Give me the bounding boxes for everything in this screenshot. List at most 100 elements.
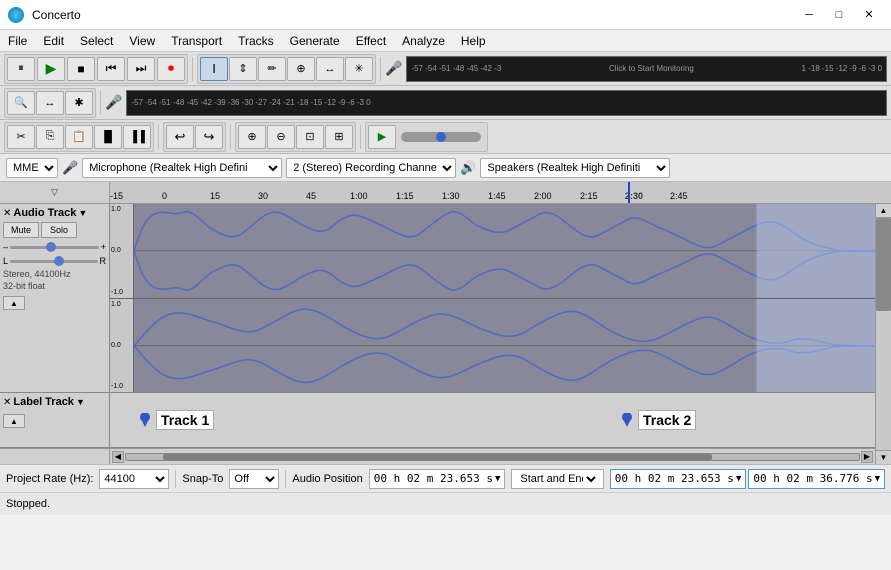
input-device-select[interactable]: Microphone (Realtek High Defini: [82, 158, 282, 178]
gain-thumb[interactable]: [46, 242, 56, 252]
tm-200: 2:00: [534, 191, 552, 201]
multi-tool[interactable]: ✳: [345, 57, 373, 81]
vscroll-track[interactable]: [876, 218, 891, 450]
zoom-in-btn2[interactable]: ⊕: [238, 125, 266, 149]
pan-left-label: L: [3, 256, 8, 266]
label-track-header: ✕ Label Track ▼ ▲: [0, 393, 110, 447]
status-text: Stopped.: [6, 498, 50, 510]
label-track-close[interactable]: ✕: [3, 397, 11, 408]
menu-view[interactable]: View: [121, 32, 163, 50]
menu-transport[interactable]: Transport: [163, 32, 230, 50]
waveform2-area: [134, 299, 875, 393]
label-track-arrow[interactable]: ▼: [76, 397, 85, 407]
hscroll-right-btn[interactable]: ▶: [861, 451, 873, 463]
zoom-sel-btn[interactable]: ⊞: [325, 125, 353, 149]
rewind-button[interactable]: ⏮: [97, 57, 125, 81]
selection-mode-select[interactable]: Start and End of Selection: [516, 472, 598, 486]
scale1-top: 1.0: [111, 206, 132, 213]
tm-130: 1:30: [442, 191, 460, 201]
menu-effect[interactable]: Effect: [348, 32, 394, 50]
audio-track-content: 1.0 0.0 -1.0: [110, 204, 875, 392]
close-button[interactable]: ✕: [855, 5, 883, 25]
audio-track-close[interactable]: ✕: [3, 208, 11, 219]
solo-button[interactable]: Solo: [41, 222, 77, 238]
zoom-fit-btn[interactable]: ⊡: [296, 125, 324, 149]
menu-select[interactable]: Select: [72, 32, 121, 50]
vscroll-thumb[interactable]: [876, 218, 891, 311]
pause-button[interactable]: ⏸: [7, 57, 35, 81]
zoom-out-btn2[interactable]: ⊖: [267, 125, 295, 149]
menu-help[interactable]: Help: [453, 32, 494, 50]
collapse-btn[interactable]: ▲: [3, 296, 25, 310]
zoom-tool[interactable]: ⊕: [287, 57, 315, 81]
time-field1[interactable]: 00 h 02 m 23.653 s ▼: [610, 469, 747, 489]
hscroll-thumb[interactable]: [163, 454, 713, 460]
channels-select[interactable]: 2 (Stereo) Recording Channels: [286, 158, 456, 178]
hscroll-container[interactable]: ◀ ▶: [110, 449, 875, 464]
speed-slider[interactable]: [401, 132, 481, 142]
trim-btn[interactable]: ▐▌: [94, 125, 122, 149]
copy-btn[interactable]: ⎘: [36, 125, 64, 149]
stop-button[interactable]: ■: [67, 57, 95, 81]
time-shift-tool[interactable]: ↔: [316, 57, 344, 81]
track-info: Stereo, 44100Hz32-bit float: [3, 269, 106, 292]
time1-dropdown[interactable]: ▼: [736, 474, 741, 484]
label-collapse-btn[interactable]: ▲: [3, 414, 25, 428]
fit-project-btn[interactable]: ↔: [36, 91, 64, 115]
time1-display: 00 h 02 m 23.653 s: [615, 472, 734, 485]
record-button[interactable]: ⏺: [157, 57, 185, 81]
tm-145: 1:45: [488, 191, 506, 201]
menu-edit[interactable]: Edit: [35, 32, 72, 50]
zoom-in-btn[interactable]: 🔍: [7, 91, 35, 115]
redo-btn[interactable]: ↪: [195, 125, 223, 149]
time-fields: 00 h 02 m 23.653 s ▼ 00 h 02 m 36.776 s …: [610, 469, 885, 489]
time-field2[interactable]: 00 h 02 m 36.776 s ▼: [748, 469, 885, 489]
label-track-content: Track 1 Track 2: [110, 393, 875, 447]
snap-to-select[interactable]: Off: [229, 469, 279, 489]
track1-text: Track 1: [156, 410, 214, 430]
scale2-top: 1.0: [111, 301, 132, 308]
cut-btn[interactable]: ✂: [7, 125, 35, 149]
envelope-tool[interactable]: ⇕: [229, 57, 257, 81]
vscroll-down-btn[interactable]: ▼: [876, 450, 891, 464]
zoom-out-btn[interactable]: ✱: [65, 91, 93, 115]
gain-slider[interactable]: [10, 246, 99, 249]
vu-right-labels: 1 -18 -15 -12 -9 -6 -3 0: [802, 64, 882, 73]
audio-track-arrow[interactable]: ▼: [78, 208, 87, 218]
paste-btn[interactable]: 📋: [65, 125, 93, 149]
mute-button[interactable]: Mute: [3, 222, 39, 238]
hscroll-area: ◀ ▶: [0, 448, 875, 464]
forward-button[interactable]: ⏭: [127, 57, 155, 81]
speed-slider-thumb[interactable]: [436, 132, 446, 142]
pos-dropdown[interactable]: ▼: [495, 474, 500, 484]
menu-analyze[interactable]: Analyze: [394, 32, 453, 50]
tracks-container: ✕ Audio Track ▼ Mute Solo – +: [0, 204, 875, 464]
audio-position-label: Audio Position: [292, 473, 362, 485]
app-icon: [8, 7, 24, 23]
audio-position-field[interactable]: 00 h 02 m 23.653 s ▼: [369, 469, 506, 489]
menu-file[interactable]: File: [0, 32, 35, 50]
channel1: 1.0 0.0 -1.0: [110, 204, 875, 299]
project-rate-select[interactable]: 44100: [99, 469, 169, 489]
undo-btn[interactable]: ↩: [166, 125, 194, 149]
tm-245: 2:45: [670, 191, 688, 201]
time2-dropdown[interactable]: ▼: [875, 474, 880, 484]
output-device-select[interactable]: Speakers (Realtek High Definiti: [480, 158, 670, 178]
hscrollbar[interactable]: [125, 453, 860, 461]
hscroll-left-btn[interactable]: ◀: [112, 451, 124, 463]
menu-tracks[interactable]: Tracks: [230, 32, 282, 50]
menu-generate[interactable]: Generate: [282, 32, 348, 50]
pan-thumb[interactable]: [54, 256, 64, 266]
pan-slider[interactable]: [10, 260, 97, 263]
draw-tool[interactable]: ✏: [258, 57, 286, 81]
vscroll-up-btn[interactable]: ▲: [876, 204, 891, 218]
silence-btn[interactable]: ▐▐: [123, 125, 151, 149]
play-at-speed-btn[interactable]: ▶: [368, 125, 396, 149]
click-to-monitor[interactable]: Click to Start Monitoring: [609, 64, 694, 73]
play-button[interactable]: ▶: [37, 57, 65, 81]
selection-tool[interactable]: I: [200, 57, 228, 81]
track1-label: Track 1: [138, 410, 214, 430]
host-select[interactable]: MME: [6, 158, 58, 178]
minimize-button[interactable]: ─: [795, 5, 823, 25]
maximize-button[interactable]: □: [825, 5, 853, 25]
